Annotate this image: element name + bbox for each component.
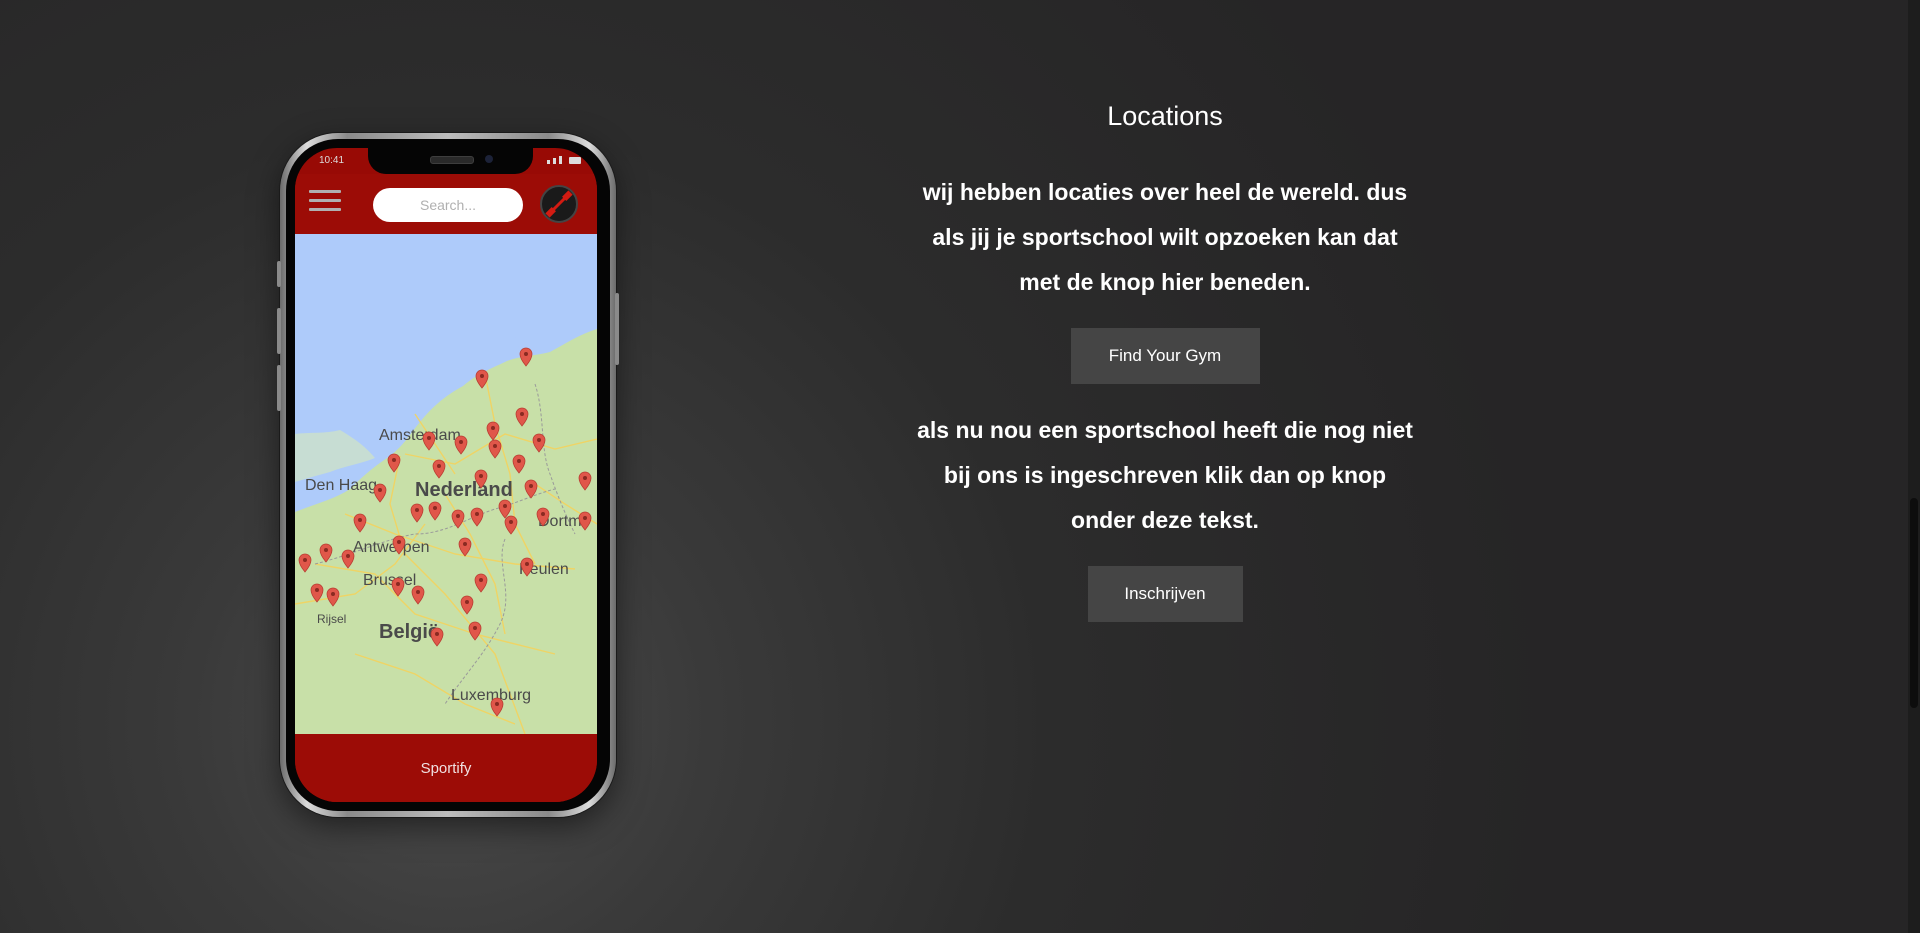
scrollbar-thumb[interactable] <box>1910 498 1918 708</box>
map-pin-dot <box>456 514 460 518</box>
app-footer-title: Sportify <box>420 760 472 777</box>
map-pin-dot <box>465 600 469 604</box>
battery-icon <box>569 157 581 164</box>
map-pin-dot <box>525 562 529 566</box>
map-pin-dot <box>529 484 533 488</box>
map-pin-dot <box>392 458 396 462</box>
map-pin-dot <box>583 476 587 480</box>
phone-mute-switch <box>277 261 281 287</box>
map-pin-dot <box>473 626 477 630</box>
front-camera <box>485 155 493 163</box>
page-scrollbar[interactable] <box>1908 0 1920 933</box>
signal-bar-icon <box>559 156 562 164</box>
map-pin-dot <box>509 520 513 524</box>
map-pin-dot <box>324 548 328 552</box>
map-label-brussel: Brussel <box>363 572 416 589</box>
map-pin-dot <box>331 592 335 596</box>
map-label-rijsel: Rijsel <box>317 612 346 626</box>
map-label-belgie: België <box>379 621 439 643</box>
search-input[interactable] <box>373 188 523 222</box>
map-pin-dot <box>435 632 439 636</box>
status-time: 10:41 <box>319 155 345 166</box>
map-pin-dot <box>503 504 507 508</box>
map-pin-dot <box>475 512 479 516</box>
map-label-antwerpen: Antwerpen <box>353 539 430 556</box>
intro-line: met de knop hier beneden. <box>1019 269 1311 295</box>
map-pin-dot <box>583 516 587 520</box>
phone-notch <box>368 148 533 174</box>
map-pin-dot <box>517 459 521 463</box>
map-label-den-haag: Den Haag <box>305 477 377 494</box>
map-pin-dot <box>397 540 401 544</box>
phone-screen: 10:41 Search... Amsterdam Den Haag Neder… <box>295 148 597 802</box>
map-pin-dot <box>396 582 400 586</box>
phone-volume-up <box>277 308 281 354</box>
register-line: als nu nou een sportschool heeft die nog… <box>917 417 1413 443</box>
map-label-luxemburg: Luxemburg <box>451 687 531 704</box>
map-pin-dot <box>459 440 463 444</box>
map-pin-dot <box>491 426 495 430</box>
phone-mockup: 10:41 Search... Amsterdam Den Haag Neder… <box>277 133 619 817</box>
signal-bar-icon <box>553 158 556 164</box>
map-pin-dot <box>524 352 528 356</box>
status-icons <box>547 156 581 164</box>
map-pin-dot <box>495 702 499 706</box>
map-pin-dot <box>315 588 319 592</box>
map-pin-dot <box>480 374 484 378</box>
app-footer: Sportify <box>295 734 597 802</box>
map-pin-dot <box>303 558 307 562</box>
intro-line: als jij je sportschool wilt opzoeken kan… <box>932 224 1398 250</box>
map-pin-dot <box>415 508 419 512</box>
register-line: bij ons is ingeschreven klik dan op knop <box>943 462 1387 488</box>
map-pin-dot <box>537 438 541 442</box>
map-pin-dot <box>493 444 497 448</box>
signal-bar-icon <box>547 160 550 164</box>
phone-volume-down <box>277 365 281 411</box>
menu-icon[interactable] <box>309 188 341 214</box>
map-pin-dot <box>358 518 362 522</box>
map-pin-dot <box>346 554 350 558</box>
find-your-gym-button[interactable]: Find Your Gym <box>1070 328 1260 384</box>
map-pin-dot <box>433 506 437 510</box>
dumbbell-logo-icon[interactable] <box>540 185 578 223</box>
map-pin-dot <box>416 590 420 594</box>
register-line: onder deze tekst. <box>1071 507 1259 533</box>
map-pin-dot <box>463 542 467 546</box>
map-pin-dot <box>479 578 483 582</box>
register-paragraph: als nu nou een sportschool heeft die nog… <box>885 408 1445 543</box>
map-pin-dot <box>520 412 524 416</box>
section-heading: Locations <box>1107 101 1223 131</box>
map-label-nederland: Nederland <box>415 479 513 501</box>
intro-paragraph: wij hebben locaties over heel de wereld.… <box>885 170 1445 305</box>
phone-power-button <box>615 293 619 365</box>
map-pin-dot <box>427 436 431 440</box>
locations-section: Locations wij hebben locaties over heel … <box>860 100 1470 622</box>
map-pin-dot <box>378 488 382 492</box>
locations-map[interactable]: Amsterdam Den Haag Nederland Dortm Antwe… <box>295 234 597 735</box>
map-pin-dot <box>541 512 545 516</box>
map-label-amsterdam: Amsterdam <box>379 427 461 444</box>
intro-line: wij hebben locaties over heel de wereld.… <box>922 179 1408 205</box>
inschrijven-button[interactable]: Inschrijven <box>1087 566 1243 622</box>
speaker-grille <box>430 156 474 164</box>
map-pin-dot <box>479 474 483 478</box>
map-pin-dot <box>437 464 441 468</box>
app-header <box>295 174 597 234</box>
